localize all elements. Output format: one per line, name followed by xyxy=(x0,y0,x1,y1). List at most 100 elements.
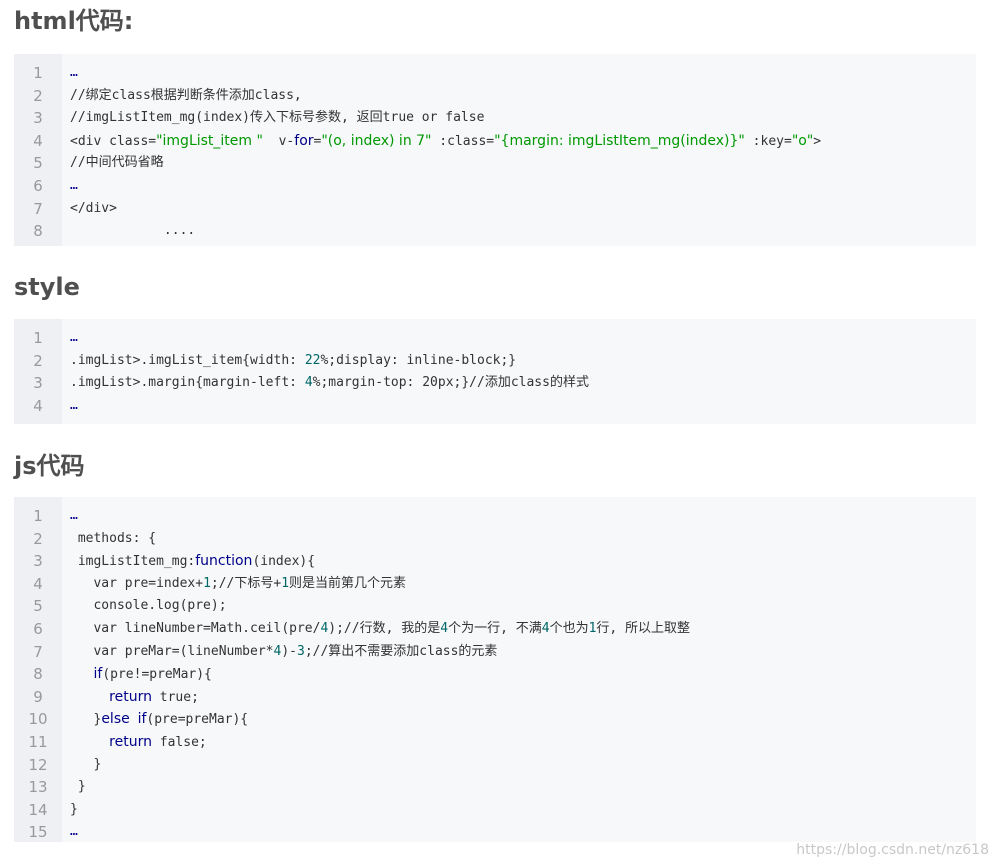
code-token: //imgListItem_mg(index)传入下标号参数, 返回true o… xyxy=(70,110,485,126)
code-token: 则是当前第几个元素 xyxy=(289,575,407,591)
code-token: "{margin: imgListItem_mg(index)}" xyxy=(494,132,745,149)
line-number: 1 xyxy=(33,507,43,525)
code-token: } xyxy=(70,756,102,772)
line-number: 4 xyxy=(33,131,43,150)
line-number: 10 xyxy=(28,710,48,729)
line-number: 4 xyxy=(33,574,43,593)
code-token: //绑定class根据判断条件添加class, xyxy=(70,87,302,103)
line-number: 2 xyxy=(33,351,43,370)
code-token: //中间代码省略 xyxy=(70,155,164,171)
code-line: … xyxy=(70,821,976,844)
code-content: … methods: { imgListItem_mg:function(ind… xyxy=(62,497,976,842)
code-token: .... xyxy=(70,223,196,239)
section-title-html: html代码: xyxy=(14,7,134,35)
line-number: 5 xyxy=(33,154,43,173)
code-token: v- xyxy=(262,133,295,149)
line-number: 3 xyxy=(33,374,43,393)
code-token: 3 xyxy=(296,643,305,659)
line-number: 5 xyxy=(33,597,43,616)
line-number: 2 xyxy=(33,86,43,105)
code-token: %;margin-top: 20px;}//添加class的样式 xyxy=(312,375,589,391)
code-block-style: 1 2 3 4 … .imgList>.imgList_item{width: 22%;… xyxy=(14,319,976,424)
code-token: (pre=preMar){ xyxy=(146,712,249,728)
code-line: imgListItem_mg:function(index){ xyxy=(70,550,976,573)
code-token: > xyxy=(813,133,822,149)
code-token: methods: { xyxy=(70,530,157,546)
line-number: 6 xyxy=(33,176,43,195)
code-token: false; xyxy=(151,734,207,750)
code-token: if xyxy=(93,666,103,683)
code-token: "o" xyxy=(791,132,814,149)
code-token: … xyxy=(70,397,78,413)
code-token: .imgList>.margin{margin-left: xyxy=(70,375,305,391)
code-line: .... xyxy=(70,220,976,243)
code-token: )- xyxy=(281,643,297,659)
code-token: 22 xyxy=(304,352,321,368)
line-number: 4 xyxy=(33,396,43,415)
code-token: var lineNumber=Math.ceil(pre/ xyxy=(70,620,321,636)
line-number: 15 xyxy=(28,823,48,842)
code-line: … xyxy=(70,327,976,350)
code-token: .imgList>.imgList_item{width: xyxy=(70,352,305,368)
code-token: else xyxy=(101,711,130,728)
code-line: return true; xyxy=(70,686,976,709)
code-token: var pre=index+ xyxy=(70,575,204,591)
code-line: } xyxy=(70,754,976,777)
code-line: //绑定class根据判断条件添加class, xyxy=(70,85,976,108)
code-block-html: 1 2 3 4 5 6 7 8 … //绑定class根据判断条件添加class, //imgLi… xyxy=(14,54,976,246)
code-line: }else if(pre=preMar){ xyxy=(70,708,976,731)
code-token: );//行数, 我的是 xyxy=(328,620,441,636)
line-number: 8 xyxy=(33,222,43,241)
code-token: :key= xyxy=(744,133,792,149)
code-line: } xyxy=(70,799,976,822)
code-token: for xyxy=(294,132,314,149)
code-line: … xyxy=(70,62,976,85)
code-line: var preMar=(lineNumber*4)-3;//算出不需要添加cla… xyxy=(70,641,976,664)
line-number-gutter: 1 2 3 4 5 6 7 8 9 10 11 12 13 14 15 xyxy=(14,497,62,842)
code-line: .imgList>.margin{margin-left: 4%;margin-… xyxy=(70,372,976,395)
code-token: </div> xyxy=(70,200,117,216)
code-token: } xyxy=(70,779,86,795)
code-line: … xyxy=(70,395,976,418)
line-number: 2 xyxy=(33,529,43,548)
code-token: 个也为 xyxy=(549,620,589,636)
line-number: 3 xyxy=(33,109,43,128)
code-token: 个为一行, 不满 xyxy=(448,620,542,636)
code-content: … //绑定class根据判断条件添加class, //imgListItem_mg… xyxy=(62,54,976,246)
line-number: 1 xyxy=(33,64,43,82)
line-number: 6 xyxy=(33,619,43,638)
code-line: console.log(pre); xyxy=(70,595,976,618)
line-number: 7 xyxy=(33,199,43,218)
line-number-gutter: 1 2 3 4 xyxy=(14,319,62,424)
section-title-style: style xyxy=(14,273,80,301)
code-token: 4 xyxy=(541,620,550,636)
code-line: <div class="imgList_item " v-for="(o, in… xyxy=(70,130,976,153)
line-number: 11 xyxy=(28,732,48,751)
code-token: 4 xyxy=(440,620,449,636)
code-token: … xyxy=(70,824,78,840)
code-token: } xyxy=(70,801,78,817)
code-token: (index){ xyxy=(252,554,316,570)
code-token: ;//下标号+ xyxy=(210,575,282,591)
code-token: function xyxy=(195,553,253,570)
line-number: 9 xyxy=(33,687,43,706)
code-token: "imgList_item " xyxy=(156,132,263,149)
code-token: } xyxy=(70,712,102,728)
line-number-gutter: 1 2 3 4 5 6 7 8 xyxy=(14,54,62,246)
watermark-url: https://blog.csdn.net/nz618 xyxy=(796,842,989,858)
code-token: … xyxy=(70,330,78,345)
code-token: … xyxy=(70,508,78,523)
code-token: console.log(pre); xyxy=(70,598,227,614)
code-block-js: 1 2 3 4 5 6 7 8 9 10 11 12 13 14 15 … methods: { imgLi… xyxy=(14,497,976,842)
code-line: </div> xyxy=(70,198,976,221)
code-token: true; xyxy=(151,689,199,705)
code-line: .imgList>.imgList_item{width: 22%;displa… xyxy=(70,350,976,373)
code-token: var preMar=(lineNumber* xyxy=(70,643,274,659)
code-line: } xyxy=(70,776,976,799)
code-line: if(pre!=preMar){ xyxy=(70,663,976,686)
line-number: 7 xyxy=(33,642,43,661)
code-line: … xyxy=(70,505,976,528)
